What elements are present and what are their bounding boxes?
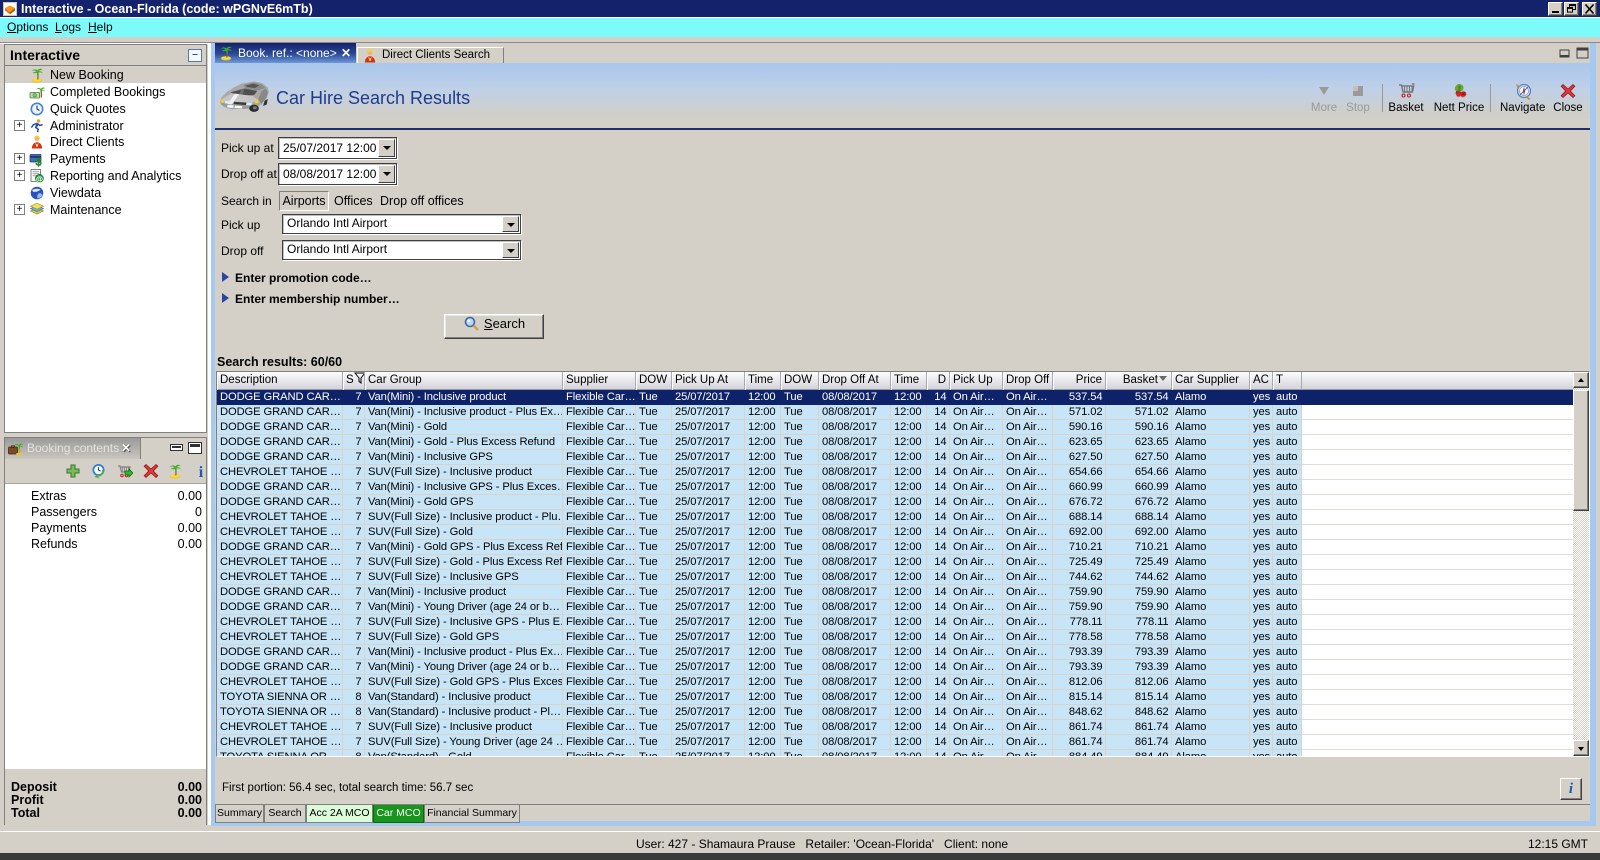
svg-text:@: @	[36, 174, 43, 183]
svg-text:i: i	[199, 464, 204, 479]
svg-text:$: $	[35, 157, 41, 168]
